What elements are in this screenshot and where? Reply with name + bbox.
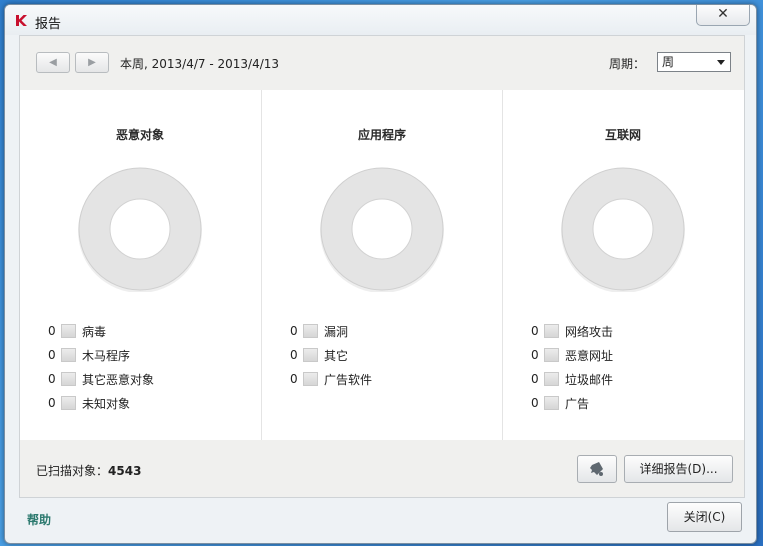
report-window: 报告 ✕ ◀ ▶ 本周, 2013/4/7 - 2013/4/13 周期： 周 … — [4, 4, 757, 544]
previous-period-button[interactable]: ◀ — [36, 52, 70, 73]
legend-label: 广告 — [565, 397, 590, 411]
legend-swatch — [303, 324, 318, 338]
scanned-objects: 已扫描对象：4543 — [36, 462, 141, 479]
bell-icon — [590, 462, 603, 476]
donut-chart — [561, 167, 685, 292]
legend-count: 0 — [531, 324, 539, 338]
legend-count: 0 — [290, 372, 298, 386]
legend-label: 其它恶意对象 — [82, 373, 155, 387]
legend-swatch — [61, 324, 76, 338]
column-title: 恶意对象 — [115, 128, 164, 142]
report-panel: ◀ ▶ 本周, 2013/4/7 - 2013/4/13 周期： 周 恶意对象 — [19, 35, 745, 498]
donut-chart — [320, 167, 444, 292]
legend-count: 0 — [531, 396, 539, 410]
legend-count: 0 — [48, 396, 56, 410]
legend-label: 病毒 — [82, 325, 107, 339]
legend-swatch — [544, 396, 559, 410]
donut-chart — [78, 167, 202, 292]
legend-swatch — [61, 372, 76, 386]
legend-swatch — [303, 348, 318, 362]
notifications-button[interactable] — [577, 455, 617, 483]
legend-label: 其它 — [324, 349, 349, 363]
legend-count: 0 — [290, 324, 298, 338]
legend-count: 0 — [290, 348, 298, 362]
legend-count: 0 — [531, 372, 539, 386]
title-bar: 报告 ✕ — [5, 5, 756, 35]
malware-column: 恶意对象 0 病毒 0 木马程序 0 其它恶意对象 0 未知对象 — [20, 90, 260, 440]
legend-swatch — [61, 396, 76, 410]
help-link[interactable]: 帮助 — [27, 511, 51, 528]
legend-count: 0 — [531, 348, 539, 362]
close-icon: ✕ — [717, 6, 729, 22]
period-toolbar: ◀ ▶ 本周, 2013/4/7 - 2013/4/13 周期： 周 — [20, 36, 744, 90]
arrow-left-icon: ◀ — [49, 57, 57, 68]
legend-label: 漏洞 — [324, 325, 349, 339]
panel-footer: 已扫描对象：4543 详细报告(D)... — [20, 440, 744, 497]
legend-label: 未知对象 — [82, 397, 131, 411]
legend-label: 恶意网址 — [565, 349, 614, 363]
legend-label: 垃圾邮件 — [565, 373, 614, 387]
arrow-right-icon: ▶ — [88, 57, 96, 68]
kaspersky-logo-icon — [16, 15, 27, 26]
window-close-button[interactable]: ✕ — [696, 5, 750, 26]
legend-count: 0 — [48, 348, 56, 362]
chevron-down-icon — [717, 60, 725, 65]
internet-column: 互联网 0 网络攻击 0 恶意网址 0 垃圾邮件 0 广告 — [502, 90, 743, 440]
legend-count: 0 — [48, 372, 56, 386]
legend-label: 木马程序 — [82, 349, 131, 363]
close-button[interactable]: 关闭(C) — [667, 502, 742, 532]
scanned-count: 4543 — [108, 464, 142, 478]
legend-count: 0 — [48, 324, 56, 338]
scanned-label: 已扫描对象： — [36, 464, 109, 478]
legend-label: 广告软件 — [324, 373, 373, 387]
next-period-button[interactable]: ▶ — [75, 52, 109, 73]
window-title: 报告 — [35, 17, 62, 32]
column-title: 互联网 — [604, 128, 641, 142]
legend-swatch — [544, 324, 559, 338]
date-range-label: 本周, 2013/4/7 - 2013/4/13 — [120, 57, 280, 71]
period-select[interactable]: 周 — [657, 52, 731, 72]
legend-label: 网络攻击 — [565, 325, 614, 339]
detailed-report-button[interactable]: 详细报告(D)... — [624, 455, 733, 483]
legend-swatch — [544, 372, 559, 386]
legend-swatch — [303, 372, 318, 386]
period-select-value: 周 — [662, 55, 675, 69]
period-label: 周期： — [609, 57, 646, 71]
report-columns: 恶意对象 0 病毒 0 木马程序 0 其它恶意对象 0 未知对象 应用程序 0 … — [20, 90, 744, 440]
legend-swatch — [544, 348, 559, 362]
column-title: 应用程序 — [357, 128, 406, 142]
applications-column: 应用程序 0 漏洞 0 其它 0 广告软件 — [261, 90, 502, 440]
legend-swatch — [61, 348, 76, 362]
